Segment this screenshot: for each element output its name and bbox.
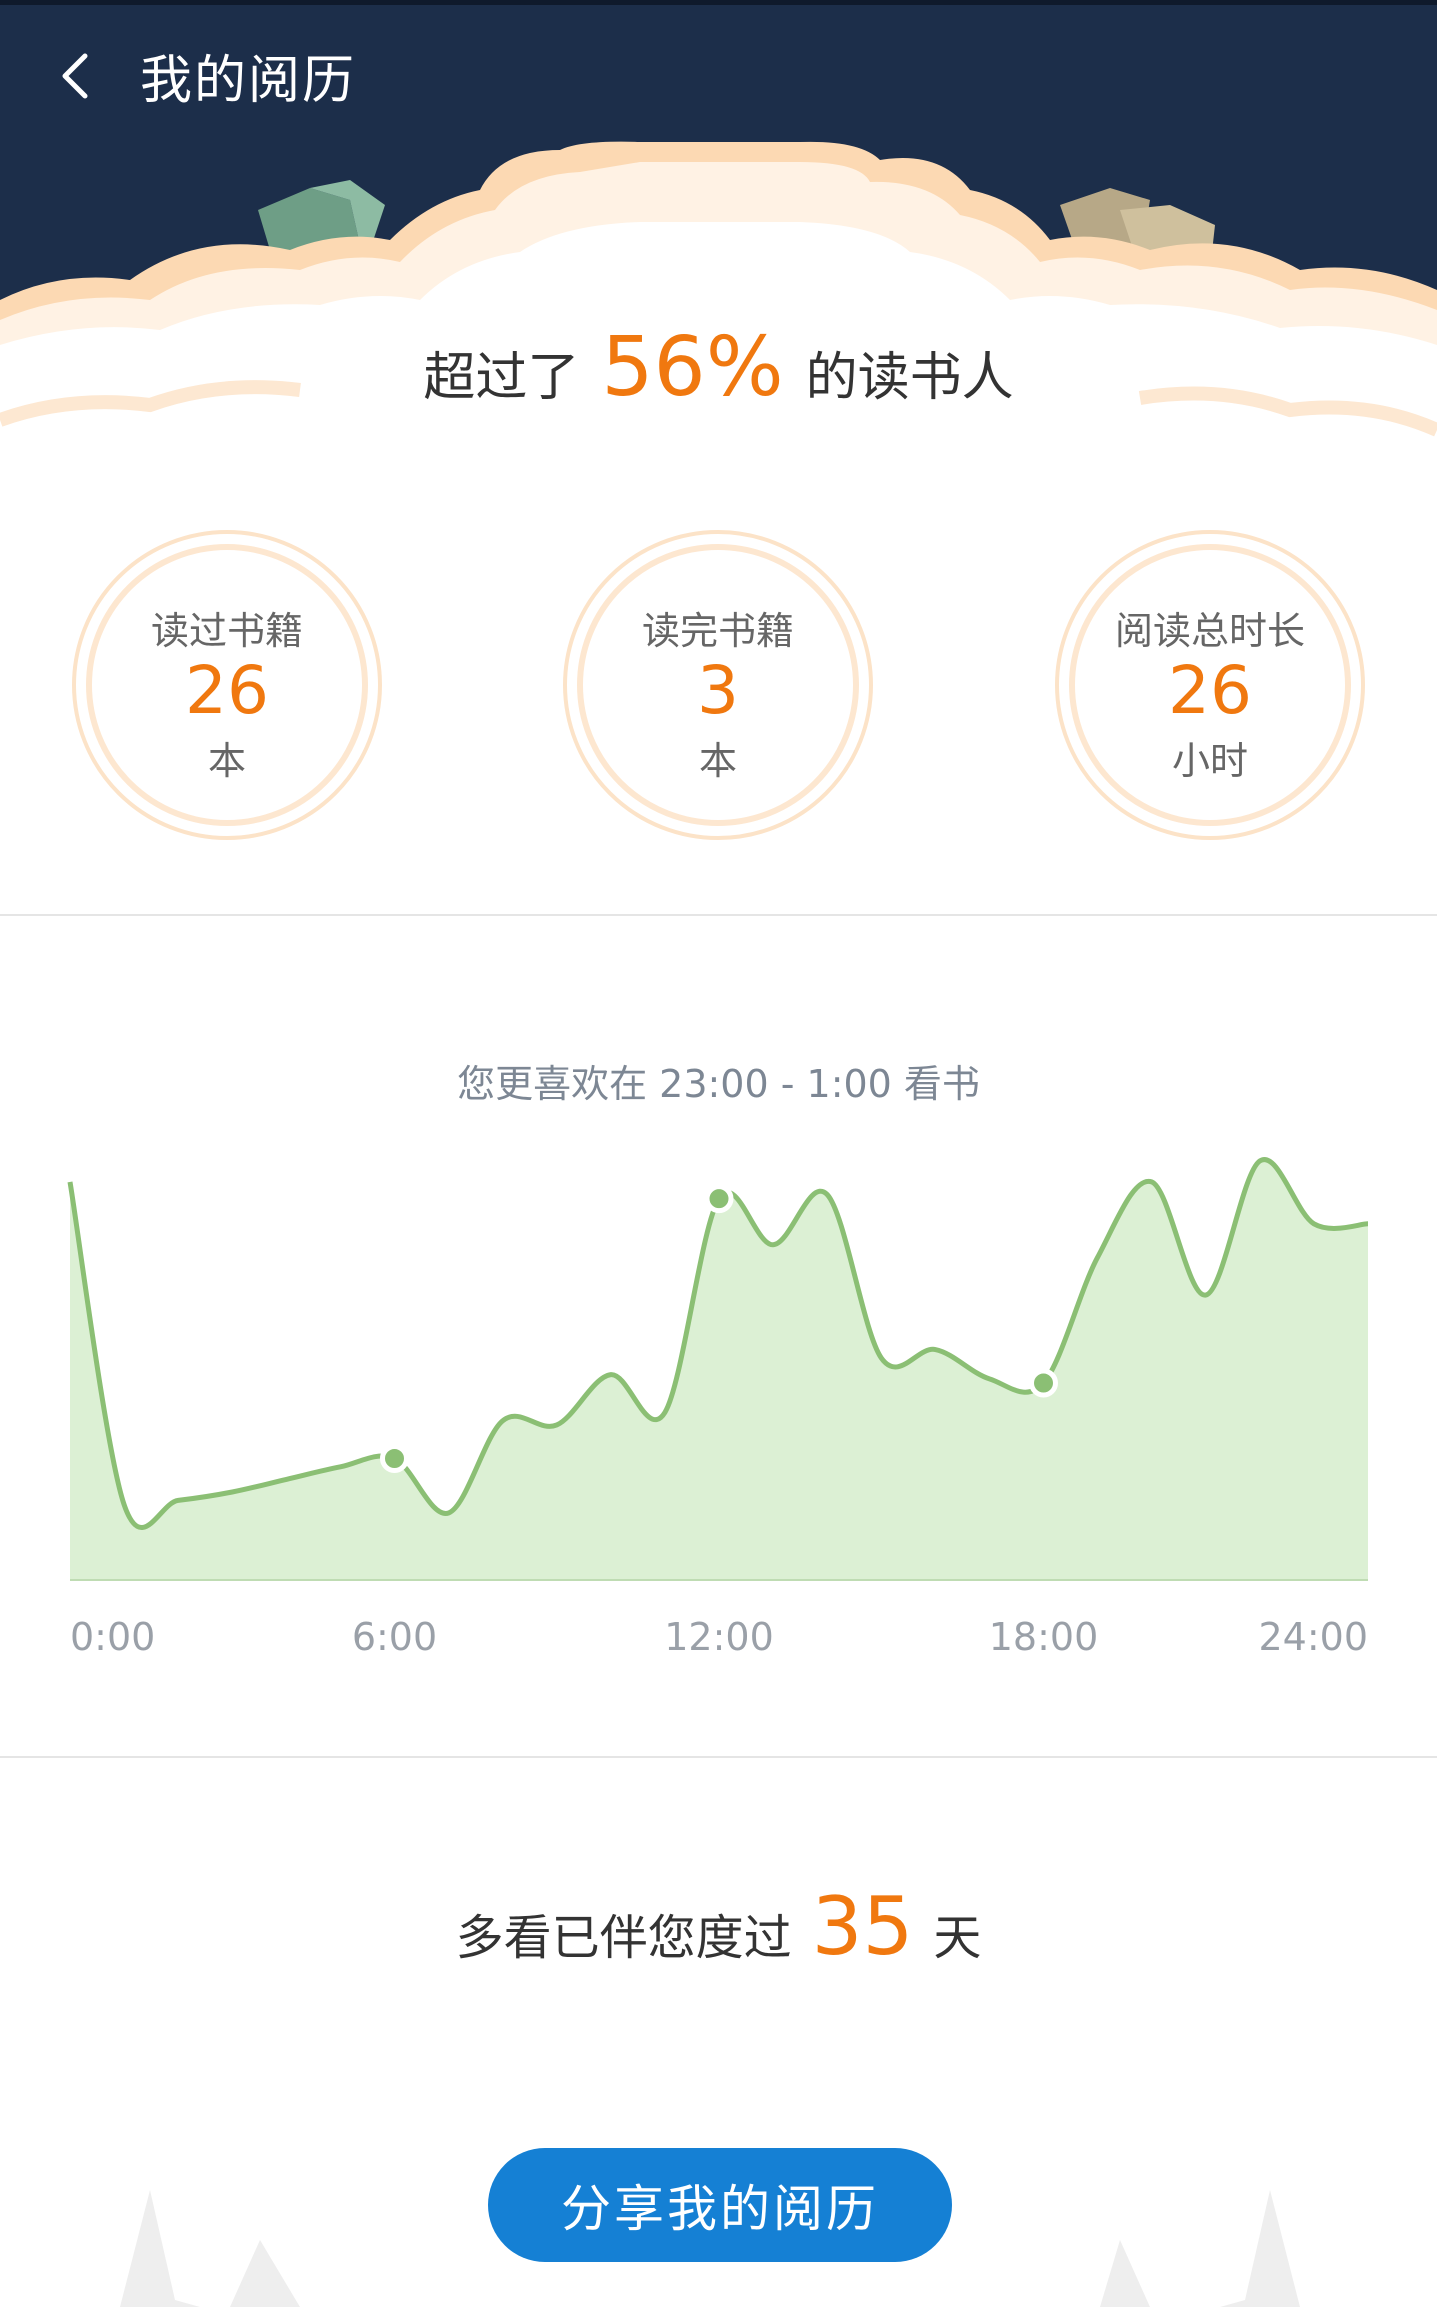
stat-label: 阅读总时长 bbox=[1114, 609, 1305, 653]
days-summary: 多看已伴您度过 35 天 bbox=[0, 1880, 1437, 1973]
stat-unit: 本 bbox=[207, 739, 246, 783]
rank-summary: 超过了 56% 的读书人 bbox=[0, 320, 1437, 415]
back-button[interactable] bbox=[30, 26, 120, 126]
x-tick-label: 6:00 bbox=[352, 1615, 437, 1659]
section-divider bbox=[0, 914, 1437, 916]
stat-value: 3 bbox=[697, 652, 739, 729]
rank-suffix: 的读书人 bbox=[805, 348, 1014, 408]
days-prefix: 多看已伴您度过 bbox=[455, 1910, 792, 1966]
page-title: 我的阅历 bbox=[140, 51, 357, 111]
stat-label: 读过书籍 bbox=[150, 609, 303, 653]
chevron-left-icon bbox=[62, 53, 88, 99]
stats-row: 读过书籍 26 本 读完书籍 3 本 阅读总时长 26 小时 bbox=[0, 530, 1437, 850]
days-value: 35 bbox=[811, 1880, 914, 1973]
chart-data-point bbox=[380, 1443, 409, 1473]
stat-books-read: 读过书籍 26 本 bbox=[72, 530, 382, 840]
x-tick-label: 0:00 bbox=[70, 1615, 155, 1659]
x-tick-label: 18:00 bbox=[989, 1615, 1099, 1659]
stat-books-finished: 读完书籍 3 本 bbox=[563, 530, 873, 840]
stat-unit: 本 bbox=[698, 739, 737, 783]
reading-time-chart: 0:00 6:00 12:00 18:00 24:00 bbox=[67, 1157, 1369, 1659]
chart-data-point bbox=[704, 1184, 734, 1214]
stat-reading-time: 阅读总时长 26 小时 bbox=[1055, 530, 1365, 840]
x-tick-label: 12:00 bbox=[664, 1615, 774, 1659]
rank-percent: 56% bbox=[601, 320, 784, 415]
share-history-button[interactable]: 分享我的阅历 bbox=[488, 2148, 952, 2262]
stat-value: 26 bbox=[1168, 652, 1252, 729]
x-tick-label: 24:00 bbox=[1258, 1615, 1368, 1659]
section-divider bbox=[0, 1756, 1437, 1758]
stat-label: 读完书籍 bbox=[641, 609, 794, 653]
header: 我的阅历 超过了 56% 的读书人 bbox=[0, 0, 1437, 520]
rank-prefix: 超过了 bbox=[423, 348, 580, 408]
days-suffix: 天 bbox=[933, 1910, 982, 1966]
chart-data-point bbox=[1029, 1368, 1058, 1398]
stat-value: 26 bbox=[185, 652, 269, 729]
stat-unit: 小时 bbox=[1171, 739, 1248, 783]
